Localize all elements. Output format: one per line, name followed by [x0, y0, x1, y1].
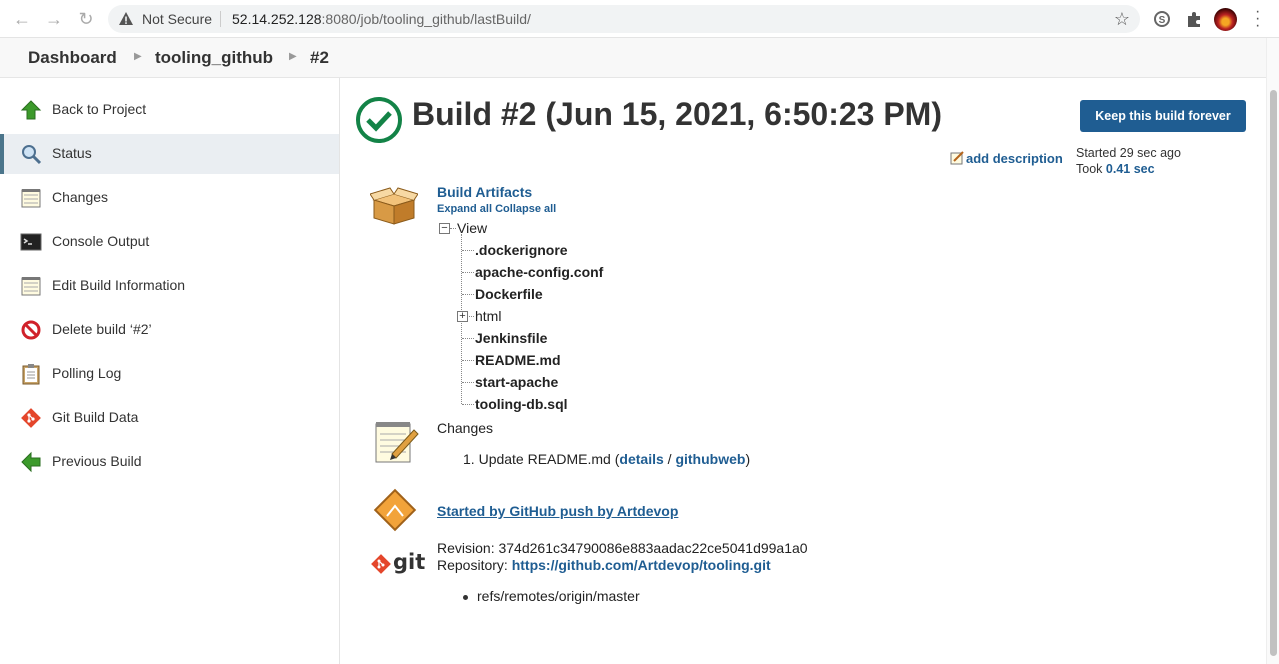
notepad-pencil-icon: [375, 422, 419, 463]
page-title: Build #2 (Jun 15, 2021, 6:50:23 PM): [412, 96, 942, 132]
artifact-file[interactable]: tooling-db.sql: [475, 396, 568, 412]
profile-avatar[interactable]: [1214, 8, 1237, 31]
clipboard-icon: [22, 364, 40, 385]
bookmark-star-icon[interactable]: ☆: [1114, 9, 1130, 30]
sidebar-item-edit-build-information[interactable]: Edit Build Information: [0, 266, 339, 306]
artifact-file[interactable]: apache-config.conf: [475, 264, 603, 280]
sidebar-item-delete-build[interactable]: Delete build ‘#2’: [0, 310, 339, 350]
svg-text:S: S: [1159, 15, 1166, 26]
build-started-time: Started 29 sec ago: [1076, 146, 1181, 160]
repository-link[interactable]: https://github.com/Artdevop/tooling.git: [512, 557, 771, 573]
tree-connector: [462, 250, 474, 251]
sidebar-item-label: Console Output: [52, 233, 150, 249]
sidebar-item-polling-log[interactable]: Polling Log: [0, 354, 339, 394]
url-separator: [220, 11, 221, 27]
notepad-icon: [21, 189, 41, 208]
artifact-folder[interactable]: html: [475, 308, 501, 324]
breadcrumb-arrow-icon[interactable]: ▶: [134, 51, 142, 62]
address-bar[interactable]: Not Secure 52.14.252.128:8080/job/toolin…: [108, 5, 1140, 33]
artifact-file[interactable]: start-apache: [475, 374, 558, 390]
breadcrumb-build[interactable]: #2: [310, 48, 329, 68]
breadcrumb-dashboard[interactable]: Dashboard: [28, 48, 117, 68]
terminal-icon: [20, 233, 42, 251]
expand-collapse-links: Expand all Collapse all: [437, 203, 556, 215]
sidebar-item-label: Previous Build: [52, 453, 142, 469]
revision-line: Revision: 374d261c34790086e883aadac22ce5…: [437, 540, 808, 556]
sidebar-item-changes[interactable]: Changes: [0, 178, 339, 218]
tree-connector: [462, 360, 474, 361]
notepad-icon: [21, 277, 41, 296]
edit-note-icon: [950, 151, 964, 165]
breadcrumb: Dashboard ▶ tooling_github ▶ #2: [0, 38, 1266, 78]
tree-connector: [469, 316, 474, 317]
repository-line: Repository: https://github.com/Artdevop/…: [437, 557, 771, 573]
reload-icon[interactable]: ↻: [76, 9, 96, 29]
sidebar-item-console-output[interactable]: Console Output: [0, 222, 339, 262]
tree-connector: [462, 382, 474, 383]
git-icon: [371, 554, 391, 574]
started-by-link[interactable]: Started by GitHub push by Artdevop: [437, 503, 678, 519]
keep-build-forever-button[interactable]: Keep this build forever: [1080, 100, 1246, 132]
sidebar-item-previous-build[interactable]: Previous Build: [0, 442, 339, 482]
artifact-file[interactable]: Jenkinsfile: [475, 330, 547, 346]
build-duration: Took 0.41 sec: [1076, 162, 1155, 176]
sidebar-item-label: Edit Build Information: [52, 277, 186, 293]
expand-all-link[interactable]: Expand all: [437, 203, 492, 215]
skype-extension-icon[interactable]: S: [1152, 9, 1172, 29]
browser-menu-icon[interactable]: · · ·: [1255, 4, 1260, 34]
tree-expand-toggle[interactable]: +: [457, 311, 468, 322]
browser-toolbar: ← → ↻ Not Secure 52.14.252.128:8080/job/…: [0, 0, 1279, 38]
collapse-all-link[interactable]: Collapse all: [495, 203, 556, 215]
warning-icon: [119, 12, 133, 25]
security-label: Not Secure: [142, 11, 213, 27]
magnifier-icon: [22, 145, 42, 165]
back-arrow-icon[interactable]: ←: [12, 9, 32, 29]
sidebar-item-back-to-project[interactable]: Back to Project: [0, 90, 339, 130]
change-list-item: 1. Update README.md (details / githubweb…: [463, 451, 751, 467]
extensions-puzzle-icon[interactable]: [1184, 9, 1204, 29]
git-logo-text: git: [393, 550, 426, 574]
sidebar-item-status[interactable]: Status: [0, 134, 339, 174]
sidebar-item-git-build-data[interactable]: Git Build Data: [0, 398, 339, 438]
sidebar-item-label: Git Build Data: [52, 409, 139, 425]
build-duration-link[interactable]: 0.41 sec: [1106, 162, 1155, 176]
githubweb-link[interactable]: githubweb: [675, 451, 745, 467]
tree-connector: [462, 404, 474, 405]
sidebar-item-label: Back to Project: [52, 101, 147, 117]
left-arrow-icon: [21, 451, 41, 473]
success-check-icon: [356, 97, 402, 143]
breadcrumb-arrow-icon[interactable]: ▶: [289, 51, 297, 62]
tree-connector: [462, 272, 474, 273]
up-arrow-icon: [20, 100, 42, 120]
tree-collapse-toggle[interactable]: −: [439, 223, 450, 234]
artifact-file[interactable]: Dockerfile: [475, 286, 543, 302]
url-text: 52.14.252.128:8080/job/tooling_github/la…: [232, 11, 531, 27]
scrollbar-thumb[interactable]: [1270, 90, 1277, 656]
no-entry-icon: [21, 320, 41, 340]
tree-connector: [462, 294, 474, 295]
artifact-file[interactable]: .dockerignore: [475, 242, 568, 258]
git-icon: [21, 408, 41, 428]
branch-list-item: refs/remotes/origin/master: [463, 588, 640, 604]
sidebar-item-label: Polling Log: [52, 365, 122, 381]
artifact-file[interactable]: README.md: [475, 352, 561, 368]
details-link[interactable]: details: [619, 451, 663, 467]
changes-heading: Changes: [437, 420, 494, 436]
sidebar-item-label: Delete build ‘#2’: [52, 321, 152, 337]
revision-hash: 374d261c34790086e883aadac22ce5041d99a1a0: [498, 540, 808, 556]
sidebar: Back to Project Status Changes Console O…: [0, 78, 340, 664]
forward-arrow-icon[interactable]: →: [44, 9, 64, 29]
tree-connector: [462, 338, 474, 339]
sidebar-item-label: Status: [52, 145, 92, 161]
sidebar-item-label: Changes: [52, 189, 109, 205]
add-description-link[interactable]: add description: [950, 151, 1063, 166]
tree-connector: [450, 228, 456, 229]
package-box-icon: [370, 187, 418, 225]
main-content: Build #2 (Jun 15, 2021, 6:50:23 PM) Keep…: [340, 78, 1266, 664]
git-logo: git: [371, 550, 426, 576]
build-artifacts-link[interactable]: Build Artifacts: [437, 184, 532, 200]
breadcrumb-job[interactable]: tooling_github: [155, 48, 273, 68]
trigger-cause-icon: [373, 488, 417, 532]
page-scrollbar[interactable]: [1266, 38, 1279, 664]
